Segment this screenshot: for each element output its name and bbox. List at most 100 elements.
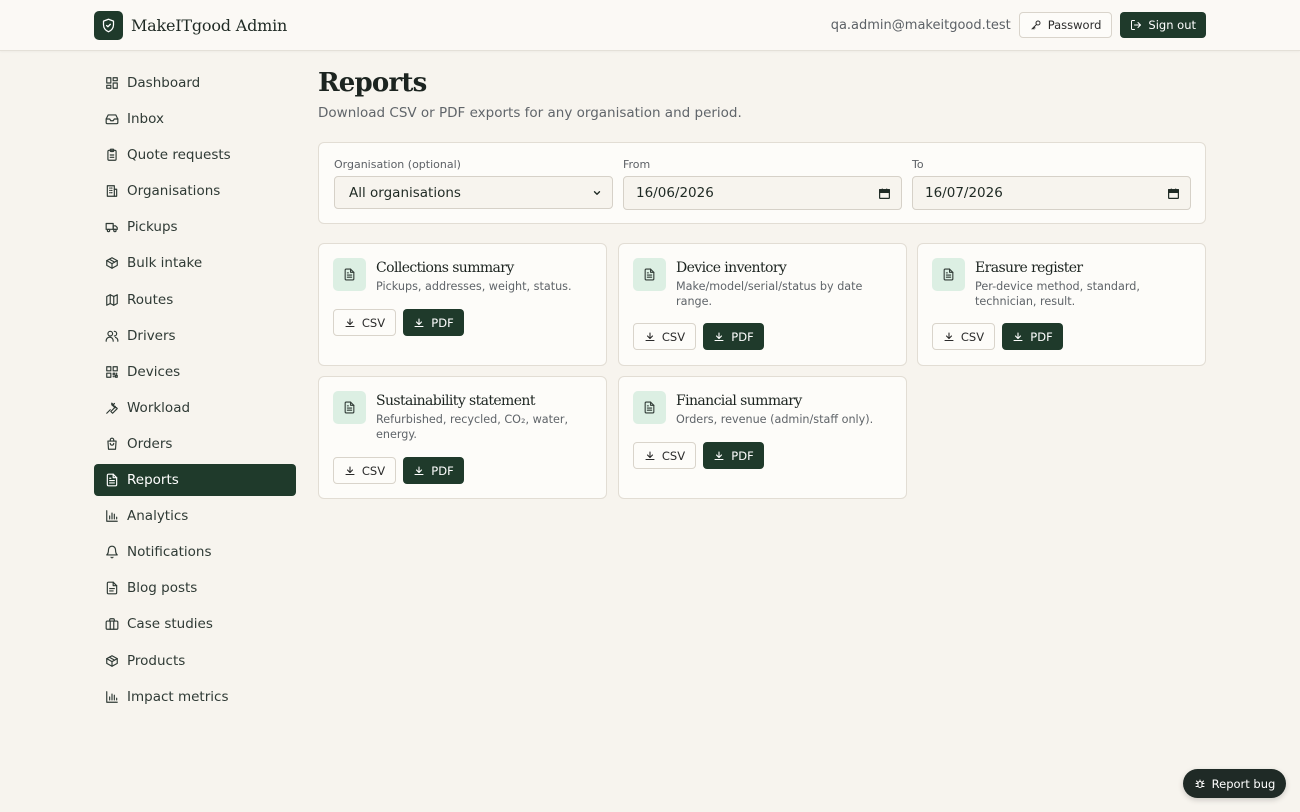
csv-download-button[interactable]: CSV [932, 323, 995, 350]
download-icon [344, 465, 356, 477]
sidebar-item-products[interactable]: Products [94, 645, 296, 677]
calendar-icon[interactable] [878, 187, 891, 200]
sidebar-item-label: Dashboard [127, 75, 201, 91]
csv-download-button[interactable]: CSV [333, 457, 396, 484]
sidebar-item-notifications[interactable]: Notifications [94, 536, 296, 568]
sidebar-item-orders[interactable]: Orders [94, 428, 296, 460]
users-icon [105, 329, 119, 343]
sidebar-item-label: Workload [127, 399, 191, 416]
pdf-download-button[interactable]: PDF [703, 442, 764, 469]
report-bug-button[interactable]: Report bug [1183, 769, 1286, 798]
report-description: Make/model/serial/status by date range. [676, 280, 863, 308]
chevron-down-icon [592, 188, 602, 198]
report-title: Sustainability statement [376, 393, 535, 409]
pdf-download-button[interactable]: PDF [403, 309, 464, 336]
organisation-select[interactable]: All organisations [334, 176, 613, 209]
sidebar-item-analytics[interactable]: Analytics [94, 500, 296, 532]
report-actions: CSV PDF [932, 323, 1063, 350]
sidebar-item-label: Impact metrics [127, 688, 229, 705]
sidebar-item-drivers[interactable]: Drivers [94, 320, 296, 352]
report-description: Pickups, addresses, weight, status. [376, 280, 572, 293]
sidebar-item-label: Devices [127, 363, 181, 380]
to-date-input[interactable]: 16/07/2026 [912, 176, 1191, 210]
report-card-financial-summary: Financial summary Orders, revenue (admin/… [618, 376, 907, 499]
sidebar-item-quote-requests[interactable]: Quote requests [94, 139, 296, 171]
sidebar-item-organisations[interactable]: Organisations [94, 175, 296, 207]
pdf-download-button[interactable]: PDF [703, 323, 764, 350]
sidebar-item-label: Organisations [127, 183, 221, 200]
sidebar-item-reports[interactable]: Reports [94, 464, 296, 497]
pdf-download-button[interactable]: PDF [1002, 323, 1063, 350]
filters-panel: Organisation (optional) All organisation… [318, 142, 1206, 224]
app-name: MakeITgood Admin [131, 16, 288, 35]
sign-out-button[interactable]: Sign out [1120, 12, 1206, 38]
file-text-icon [633, 391, 666, 424]
building-icon [105, 184, 119, 198]
file-text-icon [333, 391, 366, 424]
qr-icon [105, 365, 119, 379]
report-actions: CSV PDF [333, 457, 464, 484]
sidebar-item-blog-posts[interactable]: Blog posts [94, 572, 296, 604]
report-title: Financial summary [676, 393, 802, 409]
pdf-label: PDF [431, 463, 454, 478]
sidebar-item-label: Analytics [127, 508, 189, 525]
csv-label: CSV [361, 463, 386, 478]
inbox-icon [105, 112, 119, 126]
report-title: Erasure register [975, 260, 1083, 276]
from-date-input[interactable]: 16/06/2026 [623, 176, 902, 210]
brand[interactable]: MakeITgood Admin [94, 11, 287, 40]
sidebar-item-label: Notifications [127, 544, 212, 561]
sidebar-item-label: Orders [127, 435, 173, 452]
csv-label: CSV [361, 315, 386, 330]
csv-download-button[interactable]: CSV [333, 309, 396, 336]
csv-label: CSV [661, 329, 686, 344]
pdf-download-button[interactable]: PDF [403, 457, 464, 484]
sidebar-item-label: Inbox [127, 111, 164, 128]
file-text-icon [105, 473, 119, 487]
sidebar-item-routes[interactable]: Routes [94, 284, 296, 316]
sidebar-item-impact-metrics[interactable]: Impact metrics [94, 681, 296, 713]
calendar-icon[interactable] [1167, 187, 1180, 200]
shield-icon [94, 11, 123, 40]
download-icon [644, 331, 656, 343]
report-title: Device inventory [676, 260, 787, 276]
clipboard-icon [105, 148, 119, 162]
sidebar-item-inbox[interactable]: Inbox [94, 103, 296, 135]
download-icon [713, 450, 725, 462]
file-icon [105, 581, 119, 595]
download-icon [713, 331, 725, 343]
sidebar-item-workload[interactable]: Workload [94, 392, 296, 424]
file-text-icon [633, 258, 666, 291]
report-card-collections-summary: Collections summary Pickups, addresses, w… [318, 243, 607, 366]
truck-icon [105, 220, 119, 234]
sidebar-item-dashboard[interactable]: Dashboard [94, 67, 296, 99]
sidebar-item-label: Reports [127, 472, 179, 489]
csv-download-button[interactable]: CSV [633, 323, 696, 350]
from-label: From [623, 158, 651, 171]
csv-download-button[interactable]: CSV [633, 442, 696, 469]
pdf-label: PDF [731, 448, 754, 463]
page-subtitle: Download CSV or PDF exports for any orga… [318, 105, 742, 121]
password-label: Password [1047, 18, 1102, 32]
bell-icon [105, 545, 119, 559]
page-title: Reports [318, 68, 427, 98]
sidebar-item-label: Blog posts [127, 580, 198, 597]
password-button[interactable]: Password [1018, 12, 1113, 38]
sidebar-item-label: Drivers [127, 327, 176, 344]
report-actions: CSV PDF [333, 309, 464, 336]
organisation-select-value: All organisations [349, 184, 461, 201]
sidebar-item-bulk-intake[interactable]: Bulk intake [94, 247, 296, 279]
sidebar-item-pickups[interactable]: Pickups [94, 211, 296, 243]
package-icon [105, 256, 119, 270]
sidebar-item-devices[interactable]: Devices [94, 356, 296, 388]
report-description: Orders, revenue (admin/staff only). [676, 413, 874, 426]
download-icon [644, 450, 656, 462]
bar-chart-icon [105, 509, 119, 523]
sidebar-item-case-studies[interactable]: Case studies [94, 608, 296, 640]
bug-icon [1194, 778, 1206, 790]
header-actions: qa.admin@makeitgood.test Password Sign o… [831, 12, 1206, 38]
file-text-icon [333, 258, 366, 291]
download-icon [943, 331, 955, 343]
report-card-erasure-register: Erasure register Per-device method, stand… [917, 243, 1206, 366]
file-text-icon [932, 258, 965, 291]
